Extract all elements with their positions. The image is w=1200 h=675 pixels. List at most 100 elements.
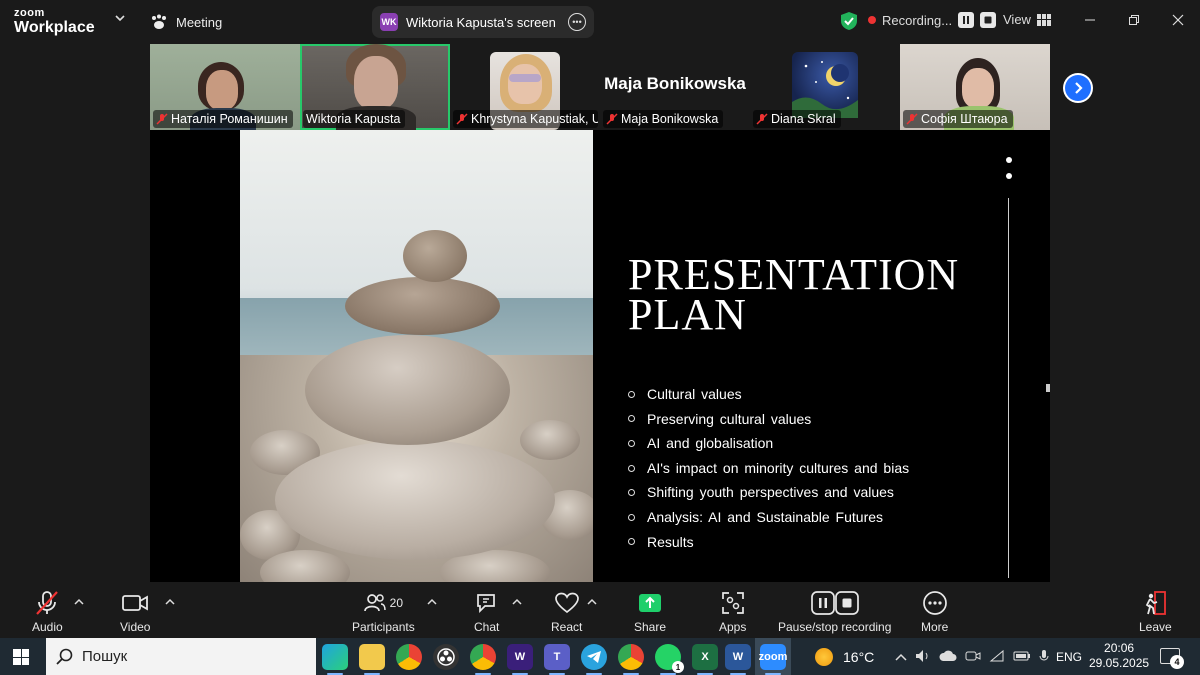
react-label: React [551, 620, 583, 634]
chevron-up-icon[interactable] [165, 598, 175, 609]
pause-recording-icon[interactable] [958, 12, 975, 28]
battery-icon[interactable] [1013, 650, 1031, 665]
search-placeholder: Пошук [82, 648, 128, 665]
volume-icon[interactable] [915, 649, 931, 666]
system-tray [895, 649, 1049, 666]
chevron-up-icon[interactable] [587, 598, 597, 609]
brand-bottom: Workplace [14, 19, 95, 36]
slide-decoration-dot [1006, 157, 1012, 163]
chevron-up-icon[interactable] [427, 598, 437, 609]
brand-top: zoom [14, 7, 45, 19]
more-icon [922, 590, 948, 616]
video-button[interactable]: Video [120, 590, 150, 634]
pause-stop-recording-button[interactable]: Pause/stop recording [778, 590, 891, 634]
participant-name: Софія Штаюра [921, 112, 1008, 126]
zoom-app-icon[interactable]: zoom [759, 644, 787, 675]
notification-badge: 4 [1170, 655, 1184, 669]
stop-recording-icon[interactable] [980, 12, 997, 28]
list-item: AI's impact on minority cultures and bia… [628, 456, 909, 481]
language-indicator[interactable]: ENG [1056, 650, 1082, 664]
cloud-icon[interactable] [939, 649, 957, 666]
view-label: View [1003, 12, 1031, 27]
minimize-icon[interactable] [1068, 0, 1112, 40]
list-item-text: Results [647, 533, 694, 550]
participants-button[interactable]: 20 Participants [352, 590, 415, 634]
chevron-right-icon [1065, 75, 1091, 101]
chrome-window-icon[interactable] [618, 644, 644, 675]
chat-button[interactable]: Chat [474, 590, 499, 634]
telegram-app-icon[interactable] [581, 644, 607, 675]
taskbar-clock[interactable]: 20:06 29.05.2025 [1089, 641, 1149, 671]
webex-app-icon[interactable]: W [507, 644, 533, 675]
next-participants-button[interactable] [1063, 73, 1093, 103]
mic-off-icon [456, 113, 468, 125]
chrome-profile-icon[interactable] [470, 644, 496, 675]
grid-view-icon [1036, 13, 1051, 26]
chevron-up-icon[interactable] [512, 598, 522, 609]
zoom-workplace-logo[interactable]: zoom Workplace [14, 8, 95, 36]
more-button[interactable]: More [921, 590, 948, 634]
list-item-text: Cultural values [647, 386, 742, 402]
participant-tile[interactable]: Наталія Романишин [150, 44, 300, 130]
wifi-icon[interactable] [989, 649, 1005, 666]
chevron-down-icon[interactable] [114, 12, 126, 27]
participant-name-tag: Наталія Романишин [153, 110, 293, 128]
view-button[interactable]: View [1003, 12, 1051, 27]
slide-title: PRESENTATION PLAN [628, 253, 959, 337]
audio-button[interactable]: Audio [32, 590, 63, 634]
avatar [792, 52, 858, 118]
share-button[interactable]: Share [634, 590, 666, 634]
chat-label: Chat [474, 620, 500, 634]
list-item: Cultural values [628, 382, 909, 407]
file-explorer-icon[interactable] [359, 644, 385, 675]
pause-recording-label: Pause/stop recording [778, 620, 892, 634]
shared-screen: PRESENTATION PLAN Cultural values Preser… [150, 130, 1050, 582]
teams-app-icon[interactable]: T [544, 644, 570, 675]
list-item-text: AI and globalisation [647, 435, 774, 452]
windows-start-icon[interactable] [13, 649, 29, 665]
edge-app-icon[interactable] [322, 644, 348, 675]
microphone-icon[interactable] [1039, 649, 1049, 666]
meeting-menu-button[interactable]: Meeting [150, 12, 222, 32]
meet-now-icon[interactable] [965, 649, 981, 666]
bullet-icon [628, 513, 635, 521]
taskbar-search[interactable]: Пошук [46, 638, 316, 675]
presenter-avatar: WK [380, 13, 398, 31]
record-dot-icon [868, 16, 876, 24]
obs-app-icon[interactable] [433, 644, 459, 670]
more-options-icon[interactable]: ••• [568, 13, 586, 31]
participant-tile[interactable]: Maja Bonikowska Maja Bonikowska [600, 44, 750, 130]
presentation-plan-list: Cultural values Preserving cultural valu… [628, 382, 909, 554]
search-icon [56, 648, 73, 665]
screen-share-indicator[interactable]: WK Wiktoria Kapusta's screen ••• [372, 6, 594, 38]
shield-check-icon[interactable] [840, 11, 858, 31]
participant-tile-active[interactable]: Wiktoria Kapusta [300, 44, 450, 130]
chevron-up-icon[interactable] [895, 651, 907, 665]
mic-off-icon [906, 113, 918, 125]
whatsapp-app-icon[interactable]: 1 [655, 644, 684, 675]
chrome-app-icon[interactable] [396, 644, 422, 670]
apps-button[interactable]: Apps [719, 590, 746, 634]
participant-strip: Наталія Романишин Wiktoria Kapusta Khrys… [150, 44, 1050, 130]
stacked-stones-image [240, 130, 593, 582]
restore-icon[interactable] [1112, 0, 1156, 40]
leave-button[interactable]: Leave [1139, 590, 1172, 634]
mic-muted-icon [34, 590, 60, 616]
list-item: Shifting youth perspectives and values [628, 480, 909, 505]
participant-name-tag: Maja Bonikowska [603, 110, 724, 128]
participant-name: Khrystyna Kapustiak, U... [471, 112, 598, 126]
weather-widget[interactable]: 16°C [815, 648, 874, 666]
bullet-icon [628, 415, 635, 423]
participant-tile[interactable]: Khrystyna Kapustiak, U... [450, 44, 600, 130]
close-icon[interactable] [1156, 0, 1200, 40]
react-button[interactable]: React [551, 590, 582, 634]
chevron-up-icon[interactable] [74, 598, 84, 609]
leave-label: Leave [1139, 620, 1172, 634]
participant-tile[interactable]: Софія Штаюра [900, 44, 1050, 130]
participant-name: Наталія Романишин [171, 112, 288, 126]
word-app-icon[interactable]: W [725, 644, 751, 675]
participant-tile[interactable]: Diana Skral [750, 44, 900, 130]
slide-decoration-dot [1006, 173, 1012, 179]
excel-app-icon[interactable]: X [692, 644, 718, 675]
participant-name-tag: Diana Skral [753, 110, 841, 128]
